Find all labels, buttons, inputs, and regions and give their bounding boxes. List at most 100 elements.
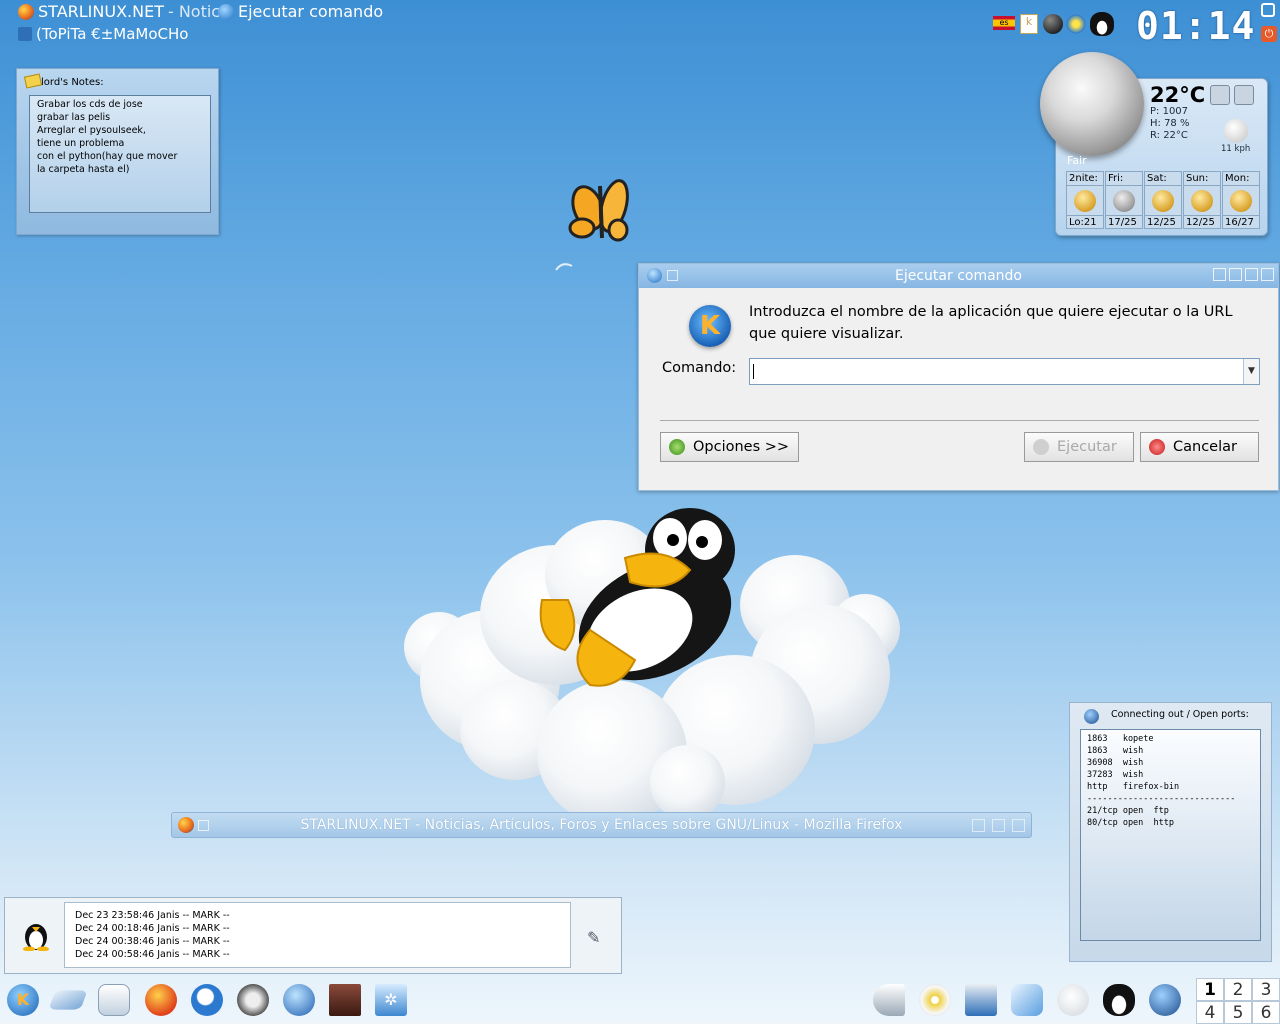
firefox-window-title: STARLINUX.NET - Noticias, Artículos, For… (300, 817, 903, 833)
tux-launcher-icon[interactable] (1103, 984, 1135, 1016)
cancel-icon (1149, 439, 1165, 455)
weather-humidity: H: 78 % (1150, 118, 1190, 129)
bomb-icon[interactable] (1043, 14, 1063, 34)
mail-icon[interactable] (98, 984, 130, 1016)
dialog-titlebar[interactable]: Ejecutar comando (639, 264, 1278, 288)
weather-sun-icon (1074, 190, 1096, 212)
forecast-day-label: 2nite: (1067, 172, 1103, 186)
weather-refresh-icon[interactable] (1234, 85, 1254, 105)
gear-icon (669, 439, 685, 455)
weather-settings-icon[interactable] (1210, 85, 1230, 105)
forecast-day: Mon: 16/27 (1222, 171, 1260, 229)
firefox-window-bar[interactable]: STARLINUX.NET - Noticias, Artículos, For… (171, 812, 1032, 838)
taskbar-item-label: STARLINUX.NET (38, 2, 164, 21)
note-line: Arreglar el pysoulseek, (37, 125, 146, 136)
pager-desktop-4[interactable]: 4 (1196, 1001, 1224, 1024)
weather-wind: 11 kph (1221, 144, 1251, 154)
maximize-icon[interactable] (992, 819, 1005, 832)
taskbar-item-label: Ejecutar comando (238, 2, 384, 21)
forecast-day-label: Sun: (1184, 172, 1220, 186)
forecast-day-label: Mon: (1223, 172, 1259, 186)
user-line-text: (ToPiTa €±MaMoCHo (36, 25, 189, 43)
desktop-pager[interactable]: 1 2 3 4 5 6 (1196, 978, 1280, 1024)
tux-icon (23, 924, 49, 951)
help-icon[interactable] (1213, 268, 1226, 281)
eye-icon[interactable] (329, 984, 361, 1016)
execute-icon (1033, 439, 1049, 455)
log-line: Dec 24 00:38:46 Janis -- MARK -- (75, 936, 230, 947)
cd-icon[interactable] (919, 984, 951, 1016)
document-icon[interactable] (1011, 984, 1043, 1016)
minimize-icon[interactable] (972, 819, 985, 832)
forecast-day-label: Sat: (1145, 172, 1181, 186)
sticky-icon[interactable] (667, 270, 678, 281)
globe-launcher-icon[interactable] (1149, 984, 1181, 1016)
pager-desktop-2[interactable]: 2 (1224, 978, 1252, 1001)
weather-temperature: 22°C (1150, 83, 1206, 107)
headphones-icon[interactable] (237, 984, 269, 1016)
chevron-down-icon[interactable]: ▼ (1243, 359, 1259, 384)
pager-desktop-5[interactable]: 5 (1224, 1001, 1252, 1024)
close-icon[interactable] (1261, 268, 1274, 281)
firefox-icon (18, 3, 34, 20)
kde-menu-icon[interactable]: K (7, 984, 39, 1016)
options-button[interactable]: Opciones >> (660, 432, 799, 462)
forecast-day-label: Fri: (1106, 172, 1142, 186)
chat-bubble-icon[interactable] (1057, 984, 1089, 1016)
maximize-icon[interactable] (1245, 268, 1258, 281)
network-globe-icon[interactable] (283, 984, 315, 1016)
note-line: grabar las pelis (37, 112, 111, 123)
dialog-title: Ejecutar comando (895, 268, 1022, 284)
weather-sun-icon (1152, 190, 1174, 212)
ports-text[interactable]: 1863 kopete 1863 wish 36908 wish 37283 w… (1080, 729, 1261, 941)
note-line: Grabar los cds de jose (37, 99, 143, 110)
forecast-day: 2nite: Lo:21 (1066, 171, 1104, 229)
run-icon (647, 268, 662, 283)
wireless-icon[interactable] (873, 984, 905, 1016)
run-icon (218, 3, 234, 20)
open-ports-panel: Connecting out / Open ports: 1863 kopete… (1069, 702, 1272, 962)
settings-icon[interactable]: ✲ (375, 984, 407, 1016)
command-input[interactable] (749, 358, 1260, 385)
note-line: la carpeta hasta el) (37, 164, 130, 175)
pager-desktop-1[interactable]: 1 (1196, 978, 1224, 1001)
forecast-temps: 17/25 (1106, 215, 1142, 229)
logout-icon[interactable]: ⏻ (1261, 26, 1277, 42)
taskbar-item-firefox[interactable]: STARLINUX.NET - Notici (18, 2, 225, 21)
butterfly-icon (555, 179, 629, 271)
notes-body[interactable]: Grabar los cds de jose grabar las pelis … (29, 95, 211, 213)
run-button[interactable]: Ejecutar (1024, 432, 1134, 462)
pager-desktop-3[interactable]: 3 (1252, 978, 1280, 1001)
note-line: tiene un problema (37, 138, 125, 149)
weather-condition: Fair (1067, 154, 1087, 167)
forecast-day: Sat: 12/25 (1144, 171, 1182, 229)
cancel-button[interactable]: Cancelar (1140, 432, 1259, 462)
log-text[interactable]: Dec 23 23:58:46 Janis -- MARK -- Dec 24 … (64, 902, 571, 968)
log-line: Dec 23 23:58:46 Janis -- MARK -- (75, 910, 230, 921)
wrench-icon[interactable]: ✎ (587, 928, 600, 947)
lock-icon[interactable] (1261, 3, 1275, 17)
network-monitor-icon[interactable] (1064, 14, 1088, 34)
keyboard-layout-flag[interactable]: es (993, 16, 1015, 30)
tux-penguin-icon (539, 508, 735, 687)
dialog-separator (660, 420, 1259, 421)
close-icon[interactable] (1012, 819, 1025, 832)
firefox-icon (178, 817, 194, 833)
home-folder-icon[interactable] (48, 990, 88, 1010)
taskbar-item-run-command[interactable]: Ejecutar comando (218, 2, 383, 21)
pager-desktop-6[interactable]: 6 (1252, 1001, 1280, 1024)
cancel-button-label: Cancelar (1173, 439, 1237, 455)
system-log-panel: Dec 23 23:58:46 Janis -- MARK -- Dec 24 … (4, 897, 622, 974)
minimize-icon[interactable] (1229, 268, 1242, 281)
monitor-icon[interactable] (965, 984, 997, 1016)
run-button-label: Ejecutar (1057, 439, 1117, 455)
firefox-launcher-icon[interactable] (145, 984, 177, 1016)
klipper-icon[interactable]: k (1020, 14, 1038, 34)
note-line: con el python(hay que mover (37, 151, 178, 162)
note-icon (23, 73, 43, 89)
tux-tray-icon[interactable] (1090, 12, 1114, 36)
sticky-icon[interactable] (198, 820, 209, 831)
weather-moon-icon (1040, 52, 1144, 156)
konqueror-icon[interactable] (191, 984, 223, 1016)
clock[interactable]: 01:14 (1136, 4, 1255, 48)
